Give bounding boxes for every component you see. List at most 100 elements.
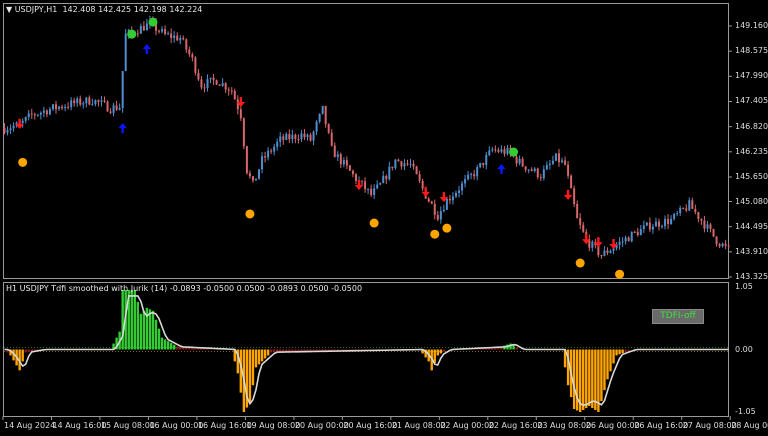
histogram-bar [142, 310, 146, 350]
green-signal-dot [148, 17, 158, 27]
candle-body [303, 133, 306, 138]
candle-body [515, 156, 518, 164]
price-label: 146.235 [735, 146, 768, 156]
candle-body [139, 26, 142, 34]
candle-body [648, 222, 651, 230]
candle-body [394, 159, 397, 169]
candle-body [27, 113, 30, 118]
time-label: 22 Aug 16:00 [488, 421, 543, 430]
price-label: 145.650 [735, 171, 768, 181]
candle-body [94, 100, 97, 104]
candle-body [73, 100, 76, 104]
candle-body [276, 141, 279, 147]
candle-body [470, 174, 473, 176]
dropdown-triangle-icon[interactable]: ▼ [6, 5, 12, 14]
candle-body [333, 145, 336, 158]
price-label: 143.325 [735, 272, 768, 281]
candle-body [448, 198, 451, 201]
time-label: 27 Aug 08:00 [682, 421, 737, 430]
histogram-bar [148, 309, 152, 350]
buy-arrow-icon [118, 123, 127, 134]
candle-body [491, 149, 494, 151]
candle-body [551, 160, 554, 164]
candle-body [224, 83, 227, 90]
candle-body [121, 71, 124, 109]
candle-body [345, 160, 348, 166]
candle-body [451, 196, 454, 201]
histogram-bar [139, 313, 143, 350]
candle-body [100, 100, 103, 102]
candle-body [712, 228, 715, 237]
candle-body [182, 38, 185, 40]
candle-body [685, 208, 688, 211]
orange-signal-dot [575, 258, 585, 268]
candle-body [203, 87, 206, 89]
candle-body [409, 163, 412, 165]
candle-body [261, 156, 264, 170]
candle-body [321, 105, 324, 114]
candle-body [55, 104, 58, 109]
candle-body [370, 188, 373, 196]
candle-body [606, 250, 609, 253]
candle-body [673, 213, 676, 219]
candle-body [400, 161, 403, 167]
candle-body [715, 236, 718, 245]
candle-body [351, 170, 354, 175]
chart-title: ▼ USDJPY,H1 142.408 142.425 142.198 142.… [6, 5, 202, 14]
time-label: 21 Aug 08:00 [391, 421, 446, 430]
tdfi-toggle-button[interactable]: TDFI-off [652, 309, 704, 324]
candle-body [518, 158, 521, 164]
histogram-bar [257, 349, 261, 365]
candle-body [406, 163, 409, 165]
candle-body [39, 112, 42, 115]
candle-body [654, 221, 657, 227]
candle-body [670, 218, 673, 224]
histogram-bar [179, 346, 182, 350]
candle-body [270, 150, 273, 152]
candle-body [630, 231, 633, 242]
candle-body [521, 158, 524, 167]
candle-body [548, 163, 551, 165]
candle-body [467, 174, 470, 180]
candle-body [88, 97, 91, 105]
candle-body [364, 181, 367, 190]
candle-body [624, 237, 627, 242]
candle-body [506, 147, 509, 154]
candle-body [539, 177, 542, 179]
candle-body [206, 79, 209, 89]
candle-body [415, 166, 418, 175]
histogram-bar [260, 349, 264, 362]
candle-body [273, 146, 276, 152]
histogram-bar [151, 310, 155, 350]
candle-body [579, 218, 582, 225]
candle-body [254, 178, 257, 181]
time-label: 16 Aug 00:00 [149, 421, 204, 430]
green-signal-dot [127, 29, 137, 39]
histogram-bar [172, 344, 176, 350]
candle-body [61, 106, 64, 109]
candle-body [327, 124, 330, 133]
candle-body [682, 207, 685, 209]
candle-body [576, 204, 579, 219]
candle-body [545, 164, 548, 170]
candle-body [115, 105, 118, 110]
candle-body [97, 100, 100, 102]
histogram-bar [627, 349, 630, 351]
histogram-bar [163, 339, 167, 350]
candle-body [442, 209, 445, 212]
candle-body [721, 243, 724, 247]
candle-body [418, 174, 421, 181]
orange-signal-dot [245, 209, 255, 219]
candle-body [706, 224, 709, 229]
indicator-axis-label: -1.05 [735, 407, 756, 416]
histogram-bar [166, 341, 170, 350]
histogram-bar [575, 349, 579, 411]
histogram-bar [436, 349, 439, 356]
candle-body [85, 97, 88, 104]
candle-body [339, 154, 342, 165]
candle-body [161, 29, 164, 32]
candle-body [173, 35, 176, 39]
candle-body [51, 104, 54, 110]
candle-body [145, 23, 148, 31]
histogram-bar [585, 349, 588, 409]
